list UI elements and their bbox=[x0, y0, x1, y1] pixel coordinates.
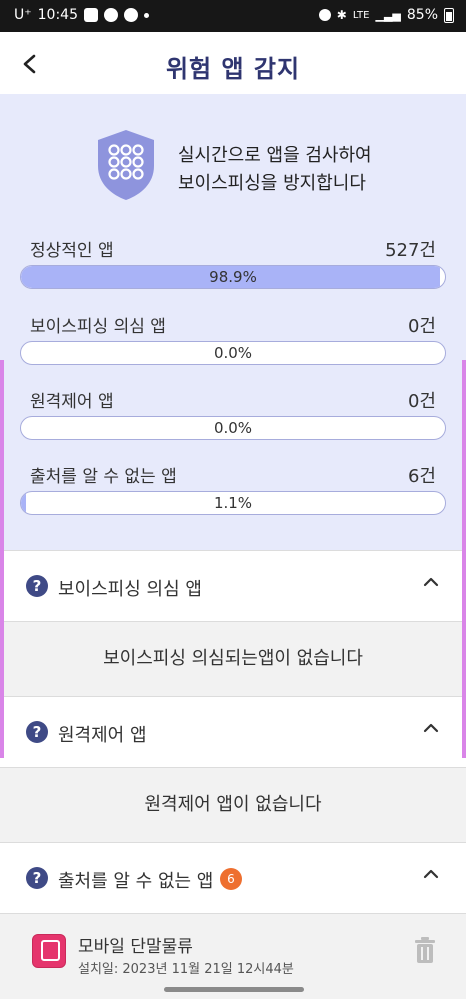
clock: 10:45 bbox=[37, 7, 78, 23]
chevron-up-icon[interactable] bbox=[422, 719, 440, 737]
stat-count: 527건 bbox=[385, 240, 436, 261]
app-icon bbox=[32, 934, 66, 968]
home-indicator[interactable] bbox=[164, 987, 304, 992]
section-unknown-source-header[interactable]: ? 출처를 알 수 없는 앱 6 bbox=[0, 842, 466, 914]
shield-notification-icon bbox=[104, 8, 118, 22]
shield-notification-icon-2 bbox=[124, 8, 138, 22]
intro-text: 실시간으로 앱을 검사하여 보이스피싱을 방지합니다 bbox=[178, 142, 372, 198]
intro-line-2: 보이스피싱을 방지합니다 bbox=[178, 173, 366, 194]
progress-text: 1.1% bbox=[213, 494, 253, 512]
edge-accent bbox=[0, 360, 4, 758]
progress-bar: 1.1% bbox=[20, 491, 446, 515]
section-title: 원격제어 앱 bbox=[58, 725, 147, 746]
help-icon[interactable]: ? bbox=[26, 575, 48, 597]
progress-text: 98.9% bbox=[209, 268, 257, 286]
chevron-up-icon[interactable] bbox=[422, 865, 440, 883]
chevron-up-icon[interactable] bbox=[422, 573, 440, 591]
stat-label: 원격제어 앱 bbox=[30, 392, 114, 412]
battery-icon bbox=[444, 7, 454, 23]
stat-label: 보이스피싱 의심 앱 bbox=[30, 317, 166, 337]
install-date: 설치일: 2023년 11월 21일 12시44분 bbox=[78, 962, 294, 977]
network-type: LTE bbox=[352, 9, 370, 21]
progress-text: 0.0% bbox=[213, 344, 253, 362]
voice-phishing-empty-message: 보이스피싱 의심되는앱이 없습니다 bbox=[0, 622, 466, 696]
help-icon[interactable]: ? bbox=[26, 721, 48, 743]
progress-bar: 0.0% bbox=[20, 341, 446, 365]
stat-count: 0건 bbox=[407, 391, 436, 412]
count-badge: 6 bbox=[220, 868, 242, 890]
remote-control-empty-message: 원격제어 앱이 없습니다 bbox=[0, 768, 466, 842]
help-icon[interactable]: ? bbox=[26, 867, 48, 889]
detection-summary: 실시간으로 앱을 검사하여 보이스피싱을 방지합니다 정상적인 앱 527건 9… bbox=[0, 94, 466, 550]
signal-icon: ▁▃▅ bbox=[375, 8, 401, 22]
progress-bar: 0.0% bbox=[20, 416, 446, 440]
stat-label: 정상적인 앱 bbox=[30, 241, 114, 261]
stat-label: 출처를 알 수 없는 앱 bbox=[30, 467, 177, 487]
app-name: 모바일 단말물류 bbox=[78, 937, 193, 957]
battery-percent: 85% bbox=[406, 7, 438, 23]
carrier-label: U⁺ bbox=[14, 7, 32, 23]
progress-bar: 98.9% bbox=[20, 265, 446, 289]
app-header: 위험 앱 감지 bbox=[0, 32, 466, 95]
section-title: 보이스피싱 의심 앱 bbox=[58, 579, 202, 600]
stat-count: 6건 bbox=[407, 466, 436, 487]
section-title: 출처를 알 수 없는 앱 bbox=[58, 871, 214, 892]
section-remote-control-header[interactable]: ? 원격제어 앱 bbox=[0, 696, 466, 768]
edge-accent bbox=[462, 360, 466, 758]
progress-text: 0.0% bbox=[213, 419, 253, 437]
section-voice-phishing-header[interactable]: ? 보이스피싱 의심 앱 bbox=[0, 550, 466, 622]
alarm-icon bbox=[318, 9, 331, 21]
bluetooth-icon: ✱ bbox=[336, 8, 347, 22]
gallery-notification-icon bbox=[84, 8, 98, 22]
status-bar: U⁺ 10:45 ✱ LTE ▁▃▅ 85% bbox=[0, 0, 466, 32]
shield-icon bbox=[98, 130, 154, 200]
page-title: 위험 앱 감지 bbox=[165, 55, 301, 83]
more-notifications-icon bbox=[144, 12, 149, 18]
intro-line-1: 실시간으로 앱을 검사하여 bbox=[178, 145, 372, 166]
trash-icon[interactable] bbox=[414, 936, 436, 964]
stat-count: 0건 bbox=[407, 316, 436, 337]
